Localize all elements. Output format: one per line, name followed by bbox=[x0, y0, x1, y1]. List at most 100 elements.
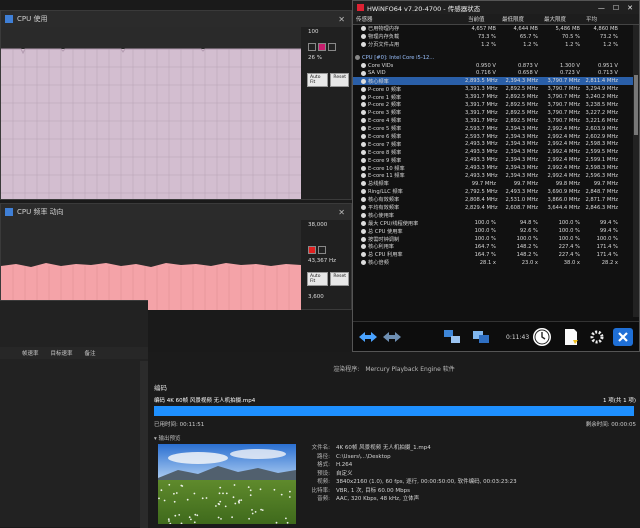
sensor-row[interactable]: E-core 4 频率 3,391.7 MHz 2,892.5 MHz 3,790.7… bbox=[353, 117, 635, 125]
column-header[interactable]: 传感器 bbox=[353, 15, 465, 23]
sensor-row[interactable]: 平均有效频率 2,829.4 MHz 2,608.7 MHz 3,644.4 MHz 2… bbox=[353, 204, 635, 212]
column-header[interactable]: 平均 bbox=[583, 15, 621, 23]
sensor-value-min: 2,892.5 MHz bbox=[505, 86, 538, 93]
color-swatch[interactable] bbox=[318, 43, 326, 51]
sensor-row[interactable]: Core VIDs 0.950 V 0.873 V 1.300 V 0.951 V bbox=[353, 62, 635, 70]
window-titlebar[interactable]: CPU 使用 ✕ bbox=[1, 11, 351, 27]
sensor-row[interactable]: 总 CPU 使用率 100.0 % 92.6 % 100.0 % 99.4 % bbox=[353, 227, 635, 235]
collapse-arrows-button[interactable] bbox=[357, 328, 379, 346]
sensor-name: E-core 9 频率 bbox=[353, 157, 465, 164]
column-header[interactable]: 帧速率 bbox=[22, 349, 39, 357]
scrollbar[interactable] bbox=[140, 361, 148, 528]
report-icon[interactable] bbox=[561, 328, 581, 346]
sensor-icon bbox=[361, 78, 366, 84]
render-engine-value[interactable]: Mercury Playback Engine 软件 bbox=[365, 364, 454, 373]
column-header[interactable]: 当前值 bbox=[465, 15, 499, 23]
sensor-row[interactable]: E-core 11 频率 2,493.3 MHz 2,394.3 MHz 2,992.… bbox=[353, 172, 635, 180]
sensor-value-max: 3,790.7 MHz bbox=[547, 109, 580, 116]
close-icon[interactable]: ✕ bbox=[627, 4, 633, 12]
sensor-row[interactable]: 物理内存负载 73.3 % 65.7 % 70.5 % 73.2 % bbox=[353, 33, 635, 41]
sensor-row[interactable]: E-core 5 频率 2,593.7 MHz 2,394.3 MHz 2,992.4… bbox=[353, 125, 635, 133]
sensor-name: E-core 11 频率 bbox=[353, 172, 465, 179]
close-icon[interactable]: ✕ bbox=[338, 208, 345, 217]
clock-icon[interactable] bbox=[533, 328, 551, 346]
reset-button[interactable]: Reset bbox=[330, 272, 349, 286]
column-header[interactable]: 最大限度 bbox=[541, 15, 583, 23]
sensor-row[interactable]: 最大 CPU/线程使用率 100.0 % 94.8 % 100.0 % 99.4 % bbox=[353, 219, 635, 227]
sensor-icon bbox=[361, 181, 366, 187]
sensor-row[interactable]: E-core 9 频率 2,493.3 MHz 2,394.3 MHz 2,992.4… bbox=[353, 156, 635, 164]
sensor-value-avg: 2,846.3 MHz bbox=[585, 204, 618, 211]
column-header[interactable]: 目标速率 bbox=[51, 349, 73, 357]
sensor-value-cur: 2,493.3 MHz bbox=[465, 149, 498, 156]
sensor-row[interactable]: P-core 3 频率 3,391.7 MHz 2,892.5 MHz 3,790.7… bbox=[353, 109, 635, 117]
sensor-row[interactable]: 分页文件占用 1.2 % 1.2 % 1.2 % 1.2 % bbox=[353, 41, 635, 49]
sensor-row[interactable]: E-core 7 频率 2,493.3 MHz 2,394.3 MHz 2,992.4… bbox=[353, 140, 635, 148]
column-header[interactable]: 备注 bbox=[85, 349, 96, 357]
reset-button[interactable]: Reset bbox=[330, 73, 349, 87]
sensor-group-row[interactable]: CPU [#0]: Intel Core i5-12... bbox=[353, 54, 635, 62]
sensor-label: 核心有效频率 bbox=[368, 197, 400, 204]
color-swatch[interactable] bbox=[308, 43, 316, 51]
sensor-row[interactable]: 按需时钟调制 100.0 % 100.0 % 100.0 % 100.0 % bbox=[353, 235, 635, 243]
maximize-icon[interactable]: ☐ bbox=[613, 4, 619, 12]
sensor-value-min: 0.658 V bbox=[517, 70, 538, 77]
window-titlebar[interactable]: CPU 频率 动向 ✕ bbox=[1, 204, 351, 220]
expand-arrows-button[interactable] bbox=[381, 328, 403, 346]
sensor-name: P-core 0 频率 bbox=[353, 86, 465, 93]
column-header[interactable]: 最低限度 bbox=[499, 15, 541, 23]
sensor-value-max: 3,790.7 MHz bbox=[547, 94, 580, 101]
graph-side-panel: 100 26 % Auto Fit Reset bbox=[304, 27, 352, 89]
close-icon[interactable]: ✕ bbox=[338, 15, 345, 24]
sensor-row[interactable]: 已用物理内存 4,657 MB 4,644 MB 5,486 MB 4,860 MB bbox=[353, 25, 635, 33]
scrollbar-thumb[interactable] bbox=[634, 75, 638, 135]
sensor-row[interactable]: P-core 2 频率 3,391.7 MHz 2,892.5 MHz 3,790.7… bbox=[353, 101, 635, 109]
sensor-row[interactable]: P-core 0 频率 3,391.3 MHz 2,892.5 MHz 3,790.7… bbox=[353, 85, 635, 93]
sensor-label: 总线频率 bbox=[368, 181, 389, 188]
sensor-value-max: 1.300 V bbox=[559, 62, 580, 69]
sensor-row[interactable]: 总 CPU 利用率 164.7 % 148.2 % 227.4 % 171.4 % bbox=[353, 251, 635, 259]
close-icon[interactable] bbox=[613, 328, 633, 346]
sensor-label: Core VIDs bbox=[368, 62, 394, 69]
sensor-row[interactable]: 总线频率 99.7 MHz 99.7 MHz 99.8 MHz 99.7 MHz bbox=[353, 180, 635, 188]
auto-fit-button[interactable]: Auto Fit bbox=[307, 272, 329, 286]
sensor-value-cur: 1.2 % bbox=[481, 41, 496, 48]
sensor-value-max: 100.0 % bbox=[558, 236, 580, 243]
sensor-value-min: 2,394.3 MHz bbox=[505, 125, 538, 132]
sensor-value-avg: 3,294.9 MHz bbox=[585, 86, 618, 93]
sensor-name: 按需时钟调制 bbox=[353, 236, 465, 243]
sensor-row[interactable]: 核心频率 2,893.5 MHz 2,394.3 MHz 3,790.7 MHz 2,8… bbox=[353, 77, 635, 86]
sensor-label: SA VID bbox=[368, 70, 386, 77]
color-swatch[interactable] bbox=[318, 246, 326, 254]
sensor-row[interactable]: 核心倍频 28.1 x 23.0 x 38.0 x 28.2 x bbox=[353, 259, 635, 267]
info-row: 预设: 自定义 bbox=[308, 470, 517, 479]
window-titlebar[interactable]: HWiNFO64 v7.20-4700 - 传感器状态 — ☐ ✕ bbox=[353, 1, 639, 14]
color-swatch[interactable] bbox=[308, 246, 316, 254]
sensor-row[interactable]: Ring/LLC 频率 2,792.5 MHz 2,493.3 MHz 3,690.9… bbox=[353, 188, 635, 196]
sensor-row[interactable]: 核心使用率 bbox=[353, 211, 635, 219]
sensor-label: E-core 6 频率 bbox=[368, 134, 402, 141]
minimize-icon[interactable]: — bbox=[598, 4, 605, 12]
sensor-row[interactable]: SA VID 0.716 V 0.658 V 0.723 V 0.713 V bbox=[353, 69, 635, 77]
sensor-row[interactable]: E-core 10 频率 2,493.3 MHz 2,394.3 MHz 2,992.… bbox=[353, 164, 635, 172]
sensor-row[interactable]: E-core 8 频率 2,493.3 MHz 2,394.3 MHz 2,992.4… bbox=[353, 148, 635, 156]
sensor-row[interactable]: 核心有效频率 2,808.4 MHz 2,531.0 MHz 3,866.0 MHz 2… bbox=[353, 196, 635, 204]
gear-icon[interactable] bbox=[587, 328, 607, 346]
sensor-config-icon[interactable] bbox=[470, 328, 492, 346]
output-preview-toggle[interactable]: ▾ 输出预览 bbox=[154, 434, 181, 442]
sensor-row[interactable]: P-core 1 频率 3,391.7 MHz 2,892.5 MHz 3,790.7… bbox=[353, 93, 635, 101]
sensor-name: 总 CPU 使用率 bbox=[353, 228, 465, 235]
sensor-value-cur: 0.950 V bbox=[475, 62, 496, 69]
sensor-value-min: 99.7 MHz bbox=[513, 180, 538, 187]
network-icon[interactable] bbox=[441, 328, 463, 346]
sensor-row[interactable]: E-core 6 频率 2,593.7 MHz 2,394.3 MHz 2,992.4… bbox=[353, 133, 635, 141]
sensor-label: P-core 3 频率 bbox=[368, 110, 402, 117]
auto-fit-button[interactable]: Auto Fit bbox=[307, 73, 329, 87]
sensor-row[interactable]: 核心利用率 164.7 % 148.2 % 227.4 % 171.4 % bbox=[353, 243, 635, 251]
color-swatch[interactable] bbox=[328, 43, 336, 51]
sensor-icon bbox=[361, 134, 366, 140]
sensor-value-max: 100.0 % bbox=[558, 220, 580, 227]
sensor-value-cur: 2,829.4 MHz bbox=[465, 204, 498, 211]
scrollbar[interactable] bbox=[633, 25, 639, 317]
sensor-value-cur: 28.1 x bbox=[479, 259, 496, 266]
